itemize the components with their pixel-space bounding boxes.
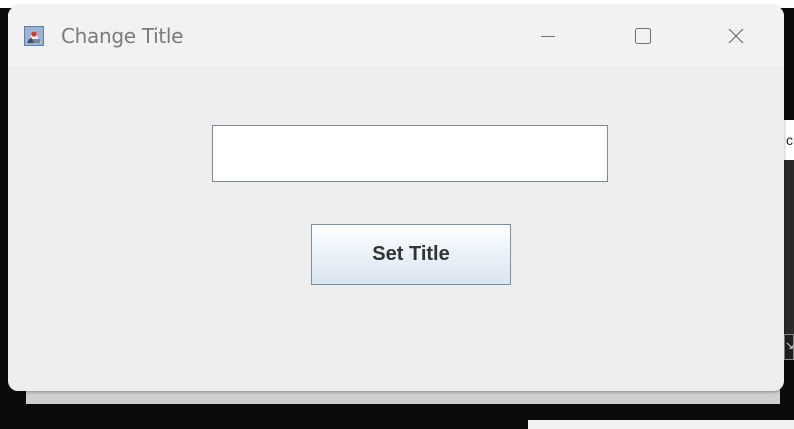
close-button[interactable]: [708, 6, 764, 66]
background-dark-panel: [784, 160, 794, 360]
maximize-icon: [635, 28, 651, 44]
minimize-icon: [541, 36, 555, 37]
title-bar[interactable]: Change Title: [8, 6, 784, 66]
desktop: c ↘ Change Title Set Title: [0, 0, 794, 429]
background-chip: ↘: [784, 334, 794, 360]
window-title: Change Title: [61, 24, 184, 48]
close-icon: [728, 28, 744, 44]
java-app-icon: [24, 26, 44, 46]
background-edge-text: c: [786, 132, 793, 148]
maximize-button[interactable]: [614, 6, 670, 66]
title-input[interactable]: [212, 125, 608, 182]
minimize-button[interactable]: [520, 6, 576, 66]
set-title-button[interactable]: Set Title: [311, 224, 511, 285]
background-strip: [528, 420, 794, 429]
app-window: Change Title Set Title: [8, 6, 784, 391]
